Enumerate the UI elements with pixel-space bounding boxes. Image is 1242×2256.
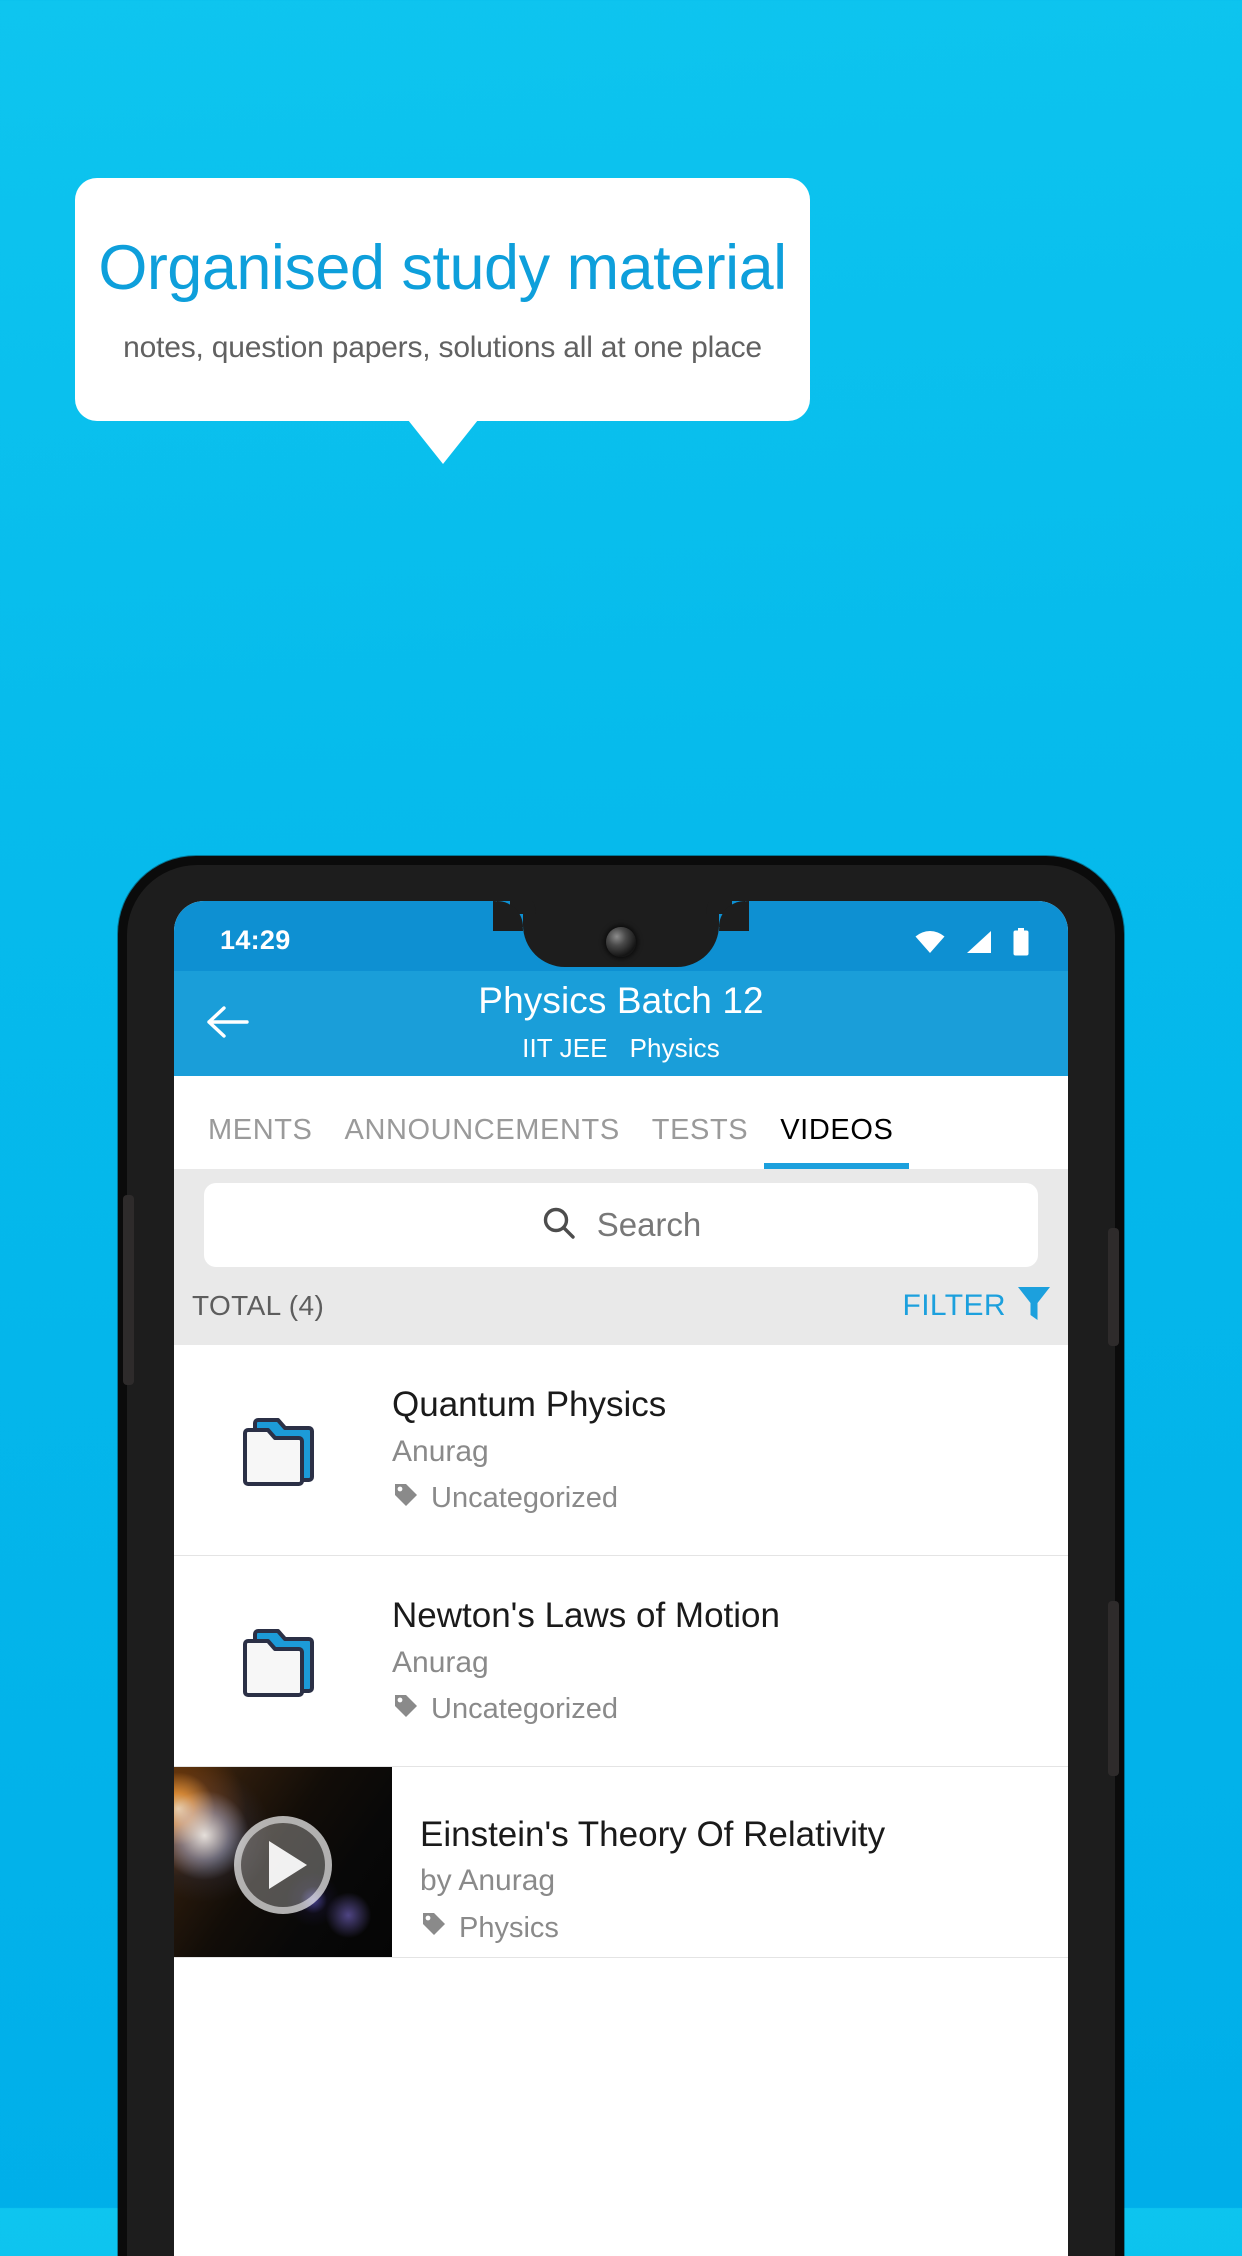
list-item-text: Newton's Laws of Motion Anurag Uncategor… [392, 1594, 1068, 1728]
list-item-tag: Uncategorized [392, 1692, 1048, 1728]
promo-bubble: Organised study material notes, question… [75, 178, 810, 421]
search-icon [541, 1205, 577, 1246]
tag-icon [392, 1481, 420, 1517]
phone-bezel: 14:29 Physics Batch 12 IIT JEE Physics M… [123, 865, 1119, 2256]
list-toolbar: TOTAL (4) FILTER [174, 1267, 1068, 1345]
funnel-icon [1016, 1284, 1052, 1329]
list-item-title: Newton's Laws of Motion [392, 1595, 780, 1635]
phone-screen: 14:29 Physics Batch 12 IIT JEE Physics M… [174, 901, 1068, 2256]
play-icon[interactable] [234, 1816, 332, 1915]
tab-assignments[interactable]: MENTS [192, 1114, 329, 1169]
wifi-icon [914, 930, 946, 959]
total-count-label: TOTAL (4) [192, 1290, 325, 1321]
tag-icon [420, 1910, 448, 1946]
app-bar: Physics Batch 12 IIT JEE Physics [174, 971, 1068, 1076]
filter-button[interactable]: FILTER [902, 1284, 1052, 1329]
search-area: Search [174, 1169, 1068, 1267]
list-item-text: Einstein's Theory Of Relativity by Anura… [392, 1767, 1068, 1957]
tab-bar: MENTS ANNOUNCEMENTS TESTS VIDEOS [174, 1076, 1068, 1169]
list-item-tag-label: Physics [459, 1911, 559, 1944]
battery-icon [1012, 928, 1030, 961]
list-item[interactable]: Quantum Physics Anurag Uncategorized [174, 1345, 1068, 1556]
filter-label: FILTER [902, 1289, 1006, 1322]
signal-icon [965, 930, 993, 959]
phone-left-button[interactable] [123, 1195, 134, 1385]
list-item[interactable]: Newton's Laws of Motion Anurag Uncategor… [174, 1555, 1068, 1767]
list-item-tag-label: Uncategorized [431, 1693, 618, 1725]
phone-volume-button[interactable] [1108, 1228, 1119, 1346]
folder-icon [174, 1621, 392, 1701]
phone-frame: 14:29 Physics Batch 12 IIT JEE Physics M… [118, 856, 1124, 2256]
list-item-author: Anurag [392, 1434, 489, 1468]
tab-tests[interactable]: TESTS [636, 1114, 764, 1169]
list-item-tag: Uncategorized [392, 1481, 1048, 1517]
list-item-title: Einstein's Theory Of Relativity [420, 1814, 886, 1854]
back-arrow-icon[interactable] [206, 999, 252, 1045]
list-item-tag: Physics [420, 1910, 1048, 1946]
list-item-author: by Anurag [420, 1864, 556, 1898]
video-thumbnail[interactable] [174, 1766, 392, 1957]
list-item[interactable]: Einstein's Theory Of Relativity by Anura… [174, 1766, 1068, 1958]
list-item-tag-label: Uncategorized [431, 1482, 618, 1515]
page-title: Physics Batch 12 [478, 979, 764, 1021]
status-bar: 14:29 [174, 901, 1068, 971]
video-list: Quantum Physics Anurag Uncategorized New… [174, 1345, 1068, 1958]
promo-title: Organised study material [98, 233, 787, 304]
search-placeholder: Search [596, 1206, 702, 1243]
promo-subtitle: notes, question papers, solutions all at… [123, 330, 762, 364]
search-input[interactable]: Search [204, 1183, 1038, 1267]
promo-bubble-tail [408, 420, 478, 464]
tab-announcements[interactable]: ANNOUNCEMENTS [329, 1114, 636, 1169]
status-icons [914, 928, 1030, 961]
phone-power-button[interactable] [1108, 1601, 1119, 1776]
tag-icon [392, 1692, 420, 1728]
list-item-text: Quantum Physics Anurag Uncategorized [392, 1383, 1068, 1517]
page-subtitle: IIT JEE Physics [522, 1032, 720, 1063]
status-time: 14:29 [220, 925, 291, 955]
folder-icon [174, 1410, 392, 1490]
list-item-title: Quantum Physics [392, 1385, 667, 1424]
list-item-author: Anurag [392, 1645, 489, 1679]
tab-videos[interactable]: VIDEOS [764, 1114, 910, 1169]
